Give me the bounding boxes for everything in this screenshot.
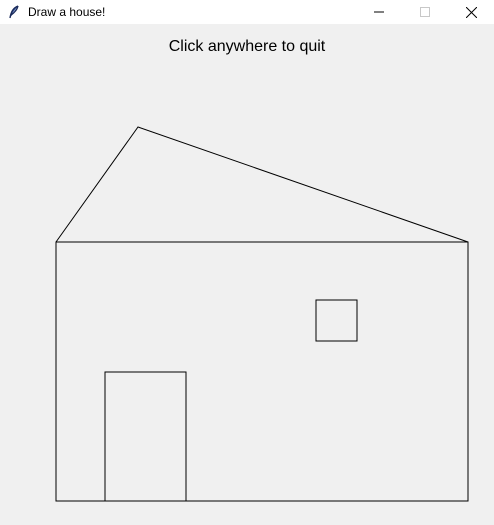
window-title: Draw a house! [28,5,106,19]
feather-icon [6,4,22,20]
minimize-icon [374,11,384,13]
house-drawing [55,126,469,502]
close-button[interactable] [448,0,494,24]
minimize-button[interactable] [356,0,402,24]
window-controls [356,0,494,24]
app-window: Draw a house! Click anywhere to quit [0,0,494,525]
maximize-button[interactable] [402,0,448,24]
house-door [104,371,187,502]
house-roof [55,126,469,243]
maximize-icon [420,7,430,17]
house-window [315,299,358,342]
title-bar[interactable]: Draw a house! [0,0,494,24]
drawing-canvas[interactable]: Click anywhere to quit [0,24,494,525]
close-icon [465,6,477,18]
